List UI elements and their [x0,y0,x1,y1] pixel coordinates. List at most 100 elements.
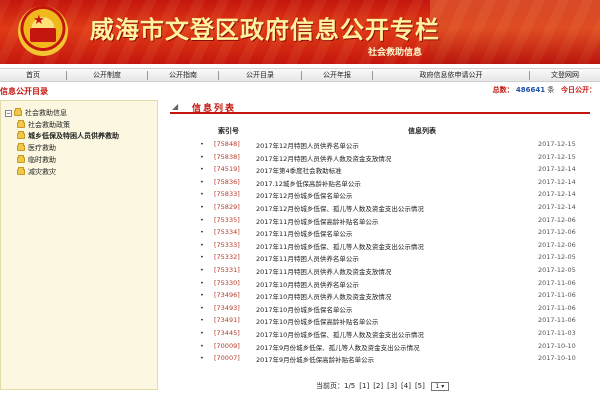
item-date: 2017-12-15 [538,140,576,148]
item-title-link[interactable]: 2017年11月特困人员供养人数及资金支放情况 [256,266,391,276]
item-title-link[interactable]: 2017年10月份城乡低保高龄补贴名单公示 [256,316,378,326]
list-item[interactable]: • [75833] 2017年12月份城乡低保名单公示 2017-12-14 [200,189,590,202]
item-title-link[interactable]: 2017年10月特困人员供养人数及资金支放情况 [256,291,391,301]
index-code[interactable]: [75838] [214,153,240,161]
page-link-4[interactable]: [4] [401,382,411,390]
list-item[interactable]: • [75335] 2017年11月份城乡低保高龄补贴名单公示 2017-12-06 [200,215,590,228]
star-icon: ★ [33,13,45,28]
list-item[interactable]: • [73496] 2017年10月特困人员供养人数及资金支放情况 2017-11-0… [200,290,590,303]
list-item[interactable]: • [75829] 2017年12月份城乡低保、孤儿等人数及资金支出公示情况 2017… [200,202,590,215]
page-select[interactable]: 1 ▾ [430,381,449,391]
index-code[interactable]: [70009] [214,342,240,350]
item-date: 2017-12-14 [538,177,576,186]
header-banner: ★ 威海市文登区政府信息公开专栏 社会救助信息 [0,0,600,64]
index-code[interactable]: [75848] [214,140,240,148]
index-code[interactable]: [75331] [214,266,240,274]
national-emblem-icon: ★ [18,6,68,56]
today-label: 今日公开： [561,86,596,94]
item-title-link[interactable]: 2017.12城乡低保高龄补贴名单公示 [256,178,361,188]
index-code[interactable]: [73491] [214,316,240,324]
list-item[interactable]: • [75333] 2017年11月份城乡低保、孤儿等人数及资金支出公示情况 2017… [200,240,590,253]
index-code[interactable]: [75333] [214,241,240,249]
nav-disclosure-guide[interactable]: 公开指南 [148,70,218,80]
nav-home[interactable]: 首页 [0,70,66,80]
list-item[interactable]: • [73445] 2017年10月份城乡低保、孤儿等人数及资金支出公示情况 2017… [200,328,590,341]
page-link-1[interactable]: [1] [359,382,369,390]
index-code[interactable]: [75330] [214,279,240,287]
item-date: 2017-12-05 [538,265,576,274]
bullet-icon: • [200,152,204,161]
bullet-icon: • [200,190,204,199]
tree-root[interactable]: − 社会救助信息 [5,108,67,118]
index-code[interactable]: [75836] [214,178,240,186]
total-unit: 条 [547,86,555,94]
item-title-link[interactable]: 2017年10月特困人员供养名单公示 [256,279,359,289]
list-item[interactable]: • [73491] 2017年10月份城乡低保高龄补贴名单公示 2017-11-06 [200,315,590,328]
column-header-title: 信息列表 [408,127,436,135]
bullet-icon: • [200,253,204,262]
item-date: 2017-10-10 [538,354,576,363]
item-date: 2017-12-06 [538,240,576,249]
item-title-link[interactable]: 2017年10月份城乡低保名单公示 [256,304,352,314]
list-item[interactable]: • [75331] 2017年11月特困人员供养人数及资金支放情况 2017-12-0… [200,265,590,278]
item-title-link[interactable]: 2017年11月份城乡低保高龄补贴名单公示 [256,216,378,226]
item-title-link[interactable]: 2017年10月份城乡低保、孤儿等人数及资金支出公示情况 [256,329,424,339]
list-item[interactable]: • [75836] 2017.12城乡低保高龄补贴名单公示 2017-12-14 [200,177,590,190]
item-title-link[interactable]: 2017年11月份城乡低保、孤儿等人数及资金支出公示情况 [256,241,424,251]
sidebar-item-label: 医疗救助 [28,144,56,152]
list-item[interactable]: • [75848] 2017年12月特困人员供养名单公示 2017-12-15 [200,139,590,152]
sidebar-item-medical[interactable]: 医疗救助 [17,143,56,153]
list-item[interactable]: • [75332] 2017年11月特困人员供养名单公示 2017-12-05 [200,252,590,265]
index-code[interactable]: [75335] [214,216,240,224]
item-date: 2017-12-05 [538,253,576,262]
item-title-link[interactable]: 2017年9月份城乡低保高龄补贴名单公示 [256,354,374,364]
total-count: 486641 [515,86,546,94]
index-code[interactable]: [74519] [214,165,240,173]
page-link-5[interactable]: [5] [415,382,425,390]
list-item[interactable]: • [70007] 2017年9月份城乡低保高龄补贴名单公示 2017-10-10 [200,353,590,366]
item-title-link[interactable]: 2017年12月份城乡低保名单公示 [256,190,352,200]
sidebar-item-dibao[interactable]: 城乡低保及特困人员供养救助 [17,131,119,141]
bullet-icon: • [200,278,204,287]
sidebar-item-policy[interactable]: 社会救助政策 [17,120,70,130]
index-code[interactable]: [75833] [214,190,240,198]
item-title-link[interactable]: 2017年12月特困人员供养人数及资金支放情况 [256,153,391,163]
index-code[interactable]: [70007] [214,354,240,362]
index-code[interactable]: [73496] [214,291,240,299]
page-link-2[interactable]: [2] [373,382,383,390]
sidebar-item-label: 城乡低保及特困人员供养救助 [28,132,119,140]
bullet-icon: • [200,202,204,211]
list-item[interactable]: • [75838] 2017年12月特困人员供养人数及资金支放情况 2017-12-1… [200,152,590,165]
page-link-3[interactable]: [3] [387,382,397,390]
section-title: 信息列表 [192,104,237,114]
bullet-icon: • [200,140,204,148]
sidebar-item-temporary[interactable]: 临时救助 [17,155,56,165]
page-select-value: 1 [435,382,440,390]
nav-disclosure-catalog[interactable]: 公开目录 [219,70,301,80]
index-code[interactable]: [73493] [214,304,240,312]
sidebar-item-disaster[interactable]: 减灾救灾 [17,167,56,177]
item-title-link[interactable]: 2017年9月份城乡低保、孤儿等人数及资金支出公示情况 [256,342,420,352]
nav-annual-report[interactable]: 公开年报 [302,70,372,80]
collapse-icon[interactable]: − [5,109,12,117]
site-subtitle: 社会救助信息 [368,48,423,58]
nav-disclosure-rules[interactable]: 公开制度 [67,70,147,80]
list-item[interactable]: • [75334] 2017年11月份城乡低保名单公示 2017-12-06 [200,227,590,240]
index-code[interactable]: [75332] [214,253,240,261]
item-title-link[interactable]: 2017年12月份城乡低保、孤儿等人数及资金支出公示情况 [256,203,424,213]
list-item[interactable]: • [70009] 2017年9月份城乡低保、孤儿等人数及资金支出公示情况 2017-… [200,341,590,354]
item-title-link[interactable]: 2017年11月特困人员供养名单公示 [256,253,359,263]
nav-wendeng-site[interactable]: 文登网网 [530,70,600,80]
list-item[interactable]: • [74519] 2017年第4季度社会救助标准 2017-12-14 [200,164,590,177]
info-list: • [75848] 2017年12月特困人员供养名单公示 2017-12-15 • [75… [200,139,590,366]
index-code[interactable]: [75829] [214,203,240,211]
list-item[interactable]: • [73493] 2017年10月份城乡低保名单公示 2017-11-06 [200,303,590,316]
item-title-link[interactable]: 2017年第4季度社会救助标准 [256,165,342,175]
nav-apply-disclosure[interactable]: 政府信息依申请公开 [373,70,529,80]
item-title-link[interactable]: 2017年11月份城乡低保名单公示 [256,228,352,238]
item-date: 2017-12-14 [538,202,576,211]
item-title-link[interactable]: 2017年12月特困人员供养名单公示 [256,140,359,150]
list-item[interactable]: • [75330] 2017年10月特困人员供养名单公示 2017-11-06 [200,278,590,291]
index-code[interactable]: [75334] [214,228,240,236]
index-code[interactable]: [73445] [214,329,240,337]
